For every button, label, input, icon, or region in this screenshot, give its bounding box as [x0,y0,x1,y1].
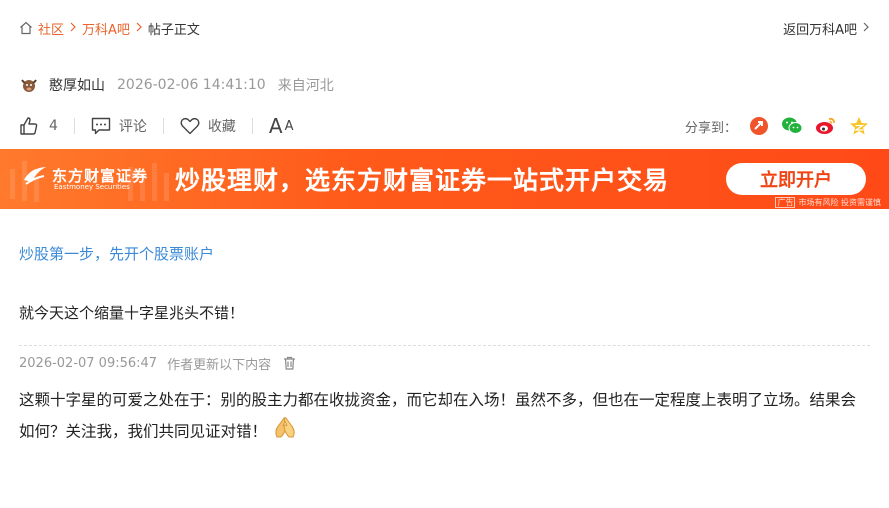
comment-button[interactable]: 评论 [91,116,147,136]
chevron-right-icon [136,21,142,35]
share-wechat-icon[interactable] [781,116,803,136]
comment-icon [91,117,111,135]
banner-brand-en: Eastmoney Securities [54,183,130,191]
back-label: 返回万科A吧 [783,22,857,38]
post-meta: 憨厚如山 2026-02-06 14:41:10 来自河北 [19,74,334,96]
avatar[interactable] [19,75,39,95]
update-meta: 2026-02-07 09:56:47 作者更新以下内容 [19,354,296,373]
thumbs-up-icon [19,116,39,136]
risk-text: 市场有风险 投资需谨慎 [798,198,881,207]
eastmoney-logo-icon [22,164,48,186]
post-time: 2026-02-06 14:41:10 [117,77,266,93]
update-note: 作者更新以下内容 [167,357,272,373]
font-size-large: A [268,114,283,138]
post-body: 这颗十字星的可爱之处在于：别的股主力都在收拢资金，而它却在入场！虽然不多，但也在… [19,385,871,449]
like-button[interactable]: 4 [19,116,58,136]
breadcrumb-bar-link[interactable]: 万科A吧 [82,19,130,38]
home-icon[interactable] [19,21,33,35]
ad-tag: 广告 [775,197,796,208]
banner-slogan: 炒股理财，选东方财富证券一站式开户交易 [175,166,670,195]
post-body-text: 这颗十字星的可爱之处在于：别的股主力都在收拢资金，而它却在入场！虽然不多，但也在… [19,391,857,441]
back-to-bar-link[interactable]: 返回万科A吧 [783,17,869,39]
font-size-small: A [284,118,294,134]
post-title: 就今天这个缩量十字星兆头不错！ [19,304,245,322]
trash-icon[interactable] [283,356,296,370]
ad-banner[interactable]: 东方财富证券 Eastmoney Securities 炒股理财，选东方财富证券… [0,149,889,209]
comment-label: 评论 [118,119,147,135]
favorite-button[interactable]: 收藏 [180,116,236,136]
chevron-right-icon [863,21,869,36]
update-time: 2026-02-07 09:56:47 [19,355,158,371]
divider [19,345,870,346]
chevron-right-icon [70,21,76,35]
font-size-button[interactable]: A A [269,114,294,138]
author-name[interactable]: 憨厚如山 [49,75,105,95]
banner-brand: 东方财富证券 Eastmoney Securities [22,164,148,191]
divider [162,118,164,134]
share-qzone-icon[interactable] [849,116,869,136]
banner-risk-note: 广告 市场有风险 投资需谨慎 [775,197,881,208]
breadcrumb: 社区 万科A吧 帖子正文 [19,17,200,39]
divider [73,118,75,134]
open-account-promo-link[interactable]: 炒股第一步，先开个股票账户 [19,243,214,264]
favorite-label: 收藏 [207,119,236,135]
share-eastmoney-icon[interactable] [749,116,769,136]
divider [251,118,253,134]
praying-hands-emoji-icon [271,415,299,449]
share-bar: 分享到： [685,113,869,139]
post-source: 来自河北 [277,78,334,94]
breadcrumb-current: 帖子正文 [147,22,200,38]
share-weibo-icon[interactable] [815,116,837,136]
like-count: 4 [49,118,58,134]
open-account-button[interactable]: 立即开户 [726,163,866,195]
post-actions: 4 评论 收藏 A A [19,113,294,139]
heart-icon [180,117,200,135]
share-label: 分享到： [684,120,737,136]
breadcrumb-home-link[interactable]: 社区 [38,19,64,38]
